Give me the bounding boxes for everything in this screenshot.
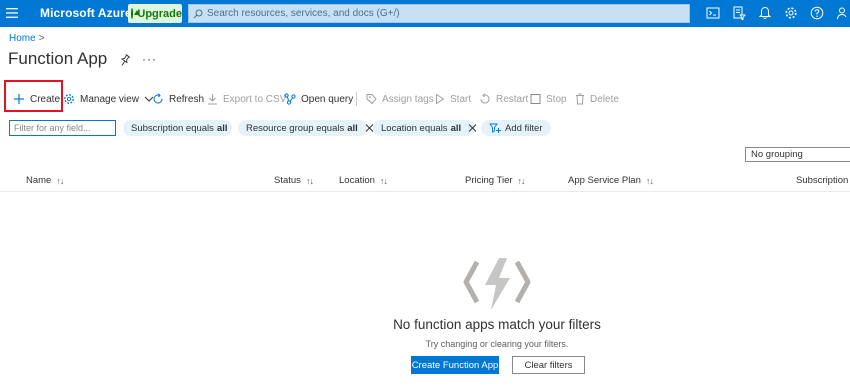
column-header-pricing-tier[interactable]: Pricing Tier ↑↓ [465, 175, 526, 186]
sort-icon: ↑↓ [379, 175, 388, 186]
table-header: Name ↑↓ Status ↑↓ Location ↑↓ Pricing Tier ↑… [0, 170, 850, 192]
open-query-button[interactable]: Open query [284, 92, 353, 106]
add-filter-label: Add filter [505, 122, 543, 134]
create-function-app-button[interactable]: Create Function App [411, 356, 499, 374]
column-header-subscription[interactable]: Subscription [796, 175, 848, 186]
export-csv-button[interactable]: Export to CSV [207, 92, 286, 106]
pill-prefix: Subscription equals [131, 122, 214, 134]
pill-value: all [347, 122, 358, 134]
grouping-dropdown[interactable]: No grouping [745, 147, 850, 162]
notifications-icon[interactable] [758, 6, 772, 20]
pill-value: all [450, 122, 462, 134]
column-header-status[interactable]: Status ↑↓ [274, 175, 314, 186]
create-label: Create [30, 93, 61, 105]
sort-icon: ↑↓ [517, 175, 526, 186]
refresh-label: Refresh [169, 93, 205, 105]
sort-icon: ↑↓ [645, 175, 654, 186]
command-separator [356, 92, 357, 106]
pill-prefix: Resource group equals [246, 122, 345, 134]
column-label: Status [274, 175, 301, 186]
search-icon [193, 9, 203, 19]
empty-state-subtitle-text: Try changing or clearing your filters. [425, 339, 569, 349]
upgrade-label: Upgrade [137, 7, 182, 20]
breadcrumb-separator: > [38, 33, 45, 44]
manage-view-button[interactable]: Manage view [63, 92, 154, 106]
pin-icon[interactable] [120, 54, 130, 66]
add-filter-button[interactable]: Add filter [481, 120, 551, 136]
cloud-shell-icon[interactable] [706, 6, 720, 20]
filter-pill-subscription[interactable]: Subscription equals all [123, 120, 232, 136]
delete-label: Delete [590, 93, 619, 105]
manage-view-label: Manage view [80, 93, 139, 105]
trash-icon [576, 93, 584, 105]
export-csv-label: Export to CSV [223, 93, 287, 105]
restart-button[interactable]: Restart [479, 92, 528, 106]
upgrade-button[interactable]: Upgrade [128, 4, 182, 23]
search-input[interactable] [207, 8, 687, 19]
menu-icon[interactable] [6, 7, 18, 19]
empty-state-title-text: No function apps match your filters [393, 317, 601, 332]
filter-pill-location[interactable]: Location equals all [373, 120, 475, 136]
filter-input[interactable] [9, 120, 116, 136]
help-icon[interactable] [810, 6, 824, 20]
restart-icon [480, 93, 490, 104]
settings-icon[interactable] [784, 6, 798, 20]
add-filter-icon [489, 123, 501, 133]
brand-name[interactable]: Microsoft Azure [40, 6, 132, 20]
play-icon [436, 93, 445, 105]
upgrade-icon [131, 8, 142, 19]
stop-button[interactable]: Stop [530, 92, 567, 106]
sort-icon: ↑↓ [305, 175, 314, 186]
start-label: Start [450, 93, 472, 105]
refresh-button[interactable]: Refresh [152, 92, 204, 106]
start-button[interactable]: Start [435, 92, 471, 106]
filter-pill-resource-group[interactable]: Resource group equals all [238, 120, 367, 136]
refresh-icon [153, 93, 163, 104]
pill-value: all [216, 122, 228, 134]
query-icon [284, 93, 296, 105]
column-label: App Service Plan [568, 175, 641, 186]
delete-button[interactable]: Delete [575, 92, 619, 106]
assign-tags-label: Assign tags [382, 93, 434, 105]
column-header-name[interactable]: Name ↑↓ [26, 175, 64, 186]
column-header-app-service-plan[interactable]: App Service Plan ↑↓ [568, 175, 654, 186]
clear-filters-button[interactable]: Clear filters [512, 356, 585, 374]
column-label: Location [339, 175, 375, 186]
feedback-icon[interactable] [836, 6, 850, 20]
global-search[interactable] [188, 4, 690, 23]
empty-state-subtitle: Try changing or clearing your filters. [0, 339, 850, 349]
tag-icon [366, 94, 377, 105]
assign-tags-button[interactable]: Assign tags [366, 92, 434, 106]
breadcrumb-home[interactable]: Home [9, 33, 36, 44]
gear-icon [64, 94, 74, 104]
download-icon [208, 94, 217, 105]
sort-icon: ↑↓ [56, 175, 64, 186]
directory-filter-icon[interactable] [732, 6, 746, 20]
restart-label: Restart [496, 93, 529, 105]
column-label: Name [26, 175, 52, 186]
page-title: Function App [8, 49, 108, 68]
empty-state-title: No function apps match your filters [0, 317, 850, 332]
plus-icon [14, 94, 24, 104]
stop-label: Stop [546, 93, 567, 105]
stop-icon [530, 94, 541, 104]
column-label: Subscription [796, 175, 849, 186]
column-label: Pricing Tier [465, 175, 513, 186]
function-app-icon [463, 258, 531, 310]
open-query-label: Open query [301, 93, 354, 105]
breadcrumb: Home > [9, 33, 45, 44]
more-options[interactable]: ··· [142, 52, 157, 66]
top-bar: Microsoft Azure Upgrade [0, 0, 850, 27]
create-button[interactable]: Create [13, 92, 60, 106]
pill-prefix: Location equals [381, 122, 448, 134]
column-header-location[interactable]: Location ↑↓ [339, 175, 388, 186]
